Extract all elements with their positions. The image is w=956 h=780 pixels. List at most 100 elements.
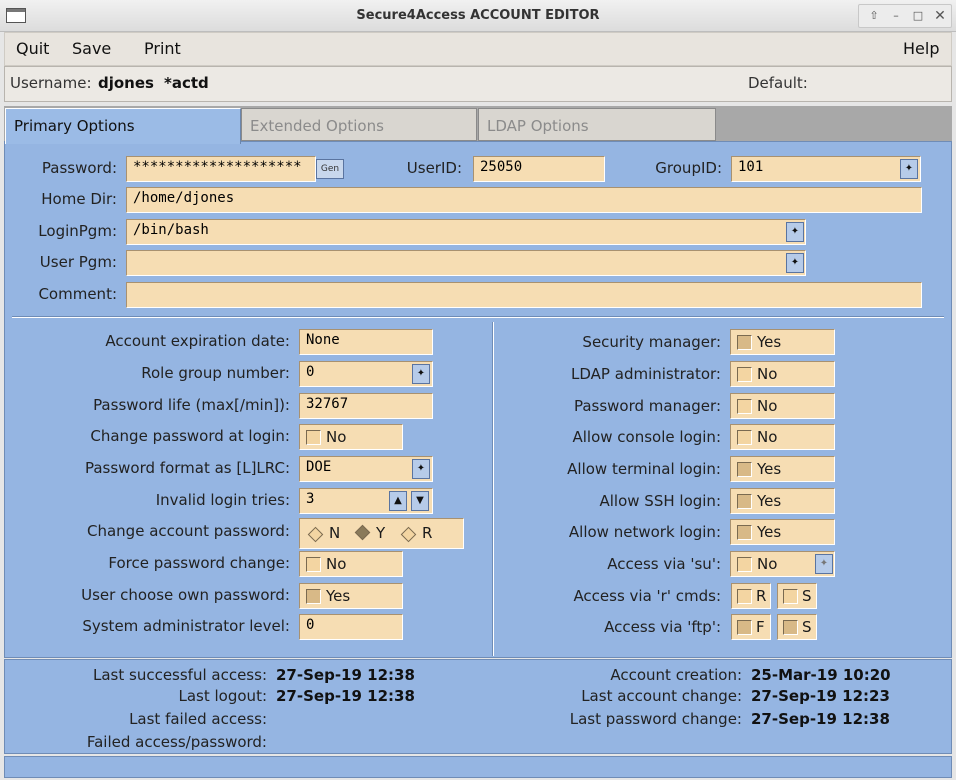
loginpgm-dropdown-icon[interactable]: ✦ xyxy=(786,222,804,242)
last-change-value: 27-Sep-19 12:23 xyxy=(751,687,890,705)
last-failed-label: Last failed access: xyxy=(129,710,267,728)
changeacct-label: Change account password: xyxy=(87,522,290,540)
forcepw-label: Force password change: xyxy=(108,554,290,572)
console-toggle[interactable]: No xyxy=(730,424,835,450)
username-value: djones xyxy=(98,74,154,92)
password-field[interactable]: ******************** xyxy=(126,156,316,182)
expiration-field[interactable]: None xyxy=(299,329,433,355)
decrement-icon[interactable]: ▼ xyxy=(411,491,429,511)
tab-ldap-options[interactable]: LDAP Options xyxy=(478,108,716,141)
ldapadmin-toggle[interactable]: No xyxy=(730,361,835,387)
rcmds-s-toggle[interactable]: S xyxy=(777,583,817,609)
tab-extended-options[interactable]: Extended Options xyxy=(241,108,477,141)
changeacct-radio-r[interactable] xyxy=(400,526,417,543)
menu-quit[interactable]: Quit xyxy=(16,39,49,58)
groupid-label: GroupID: xyxy=(655,159,722,177)
pwmgr-toggle[interactable]: No xyxy=(730,393,835,419)
account-status: *actd xyxy=(164,74,209,92)
sysadmin-field[interactable]: 0 xyxy=(299,614,403,640)
userpgm-label: User Pgm: xyxy=(39,253,117,271)
last-pw-change-label: Last password change: xyxy=(569,710,742,728)
comment-field[interactable] xyxy=(126,282,922,308)
forcepw-checkbox[interactable] xyxy=(306,557,321,572)
pwformat-label: Password format as [L]LRC: xyxy=(84,459,290,477)
console-value: No xyxy=(757,428,778,446)
network-checkbox[interactable] xyxy=(737,525,752,540)
rolegroup-dropdown-icon[interactable]: ✦ xyxy=(412,364,430,384)
last-success-label: Last successful access: xyxy=(92,666,267,684)
generate-password-button[interactable]: Gen xyxy=(316,159,344,179)
maximize-icon[interactable]: □ xyxy=(909,8,927,24)
userpgm-field[interactable] xyxy=(126,250,806,276)
column-divider xyxy=(492,322,494,656)
terminal-toggle[interactable]: Yes xyxy=(730,456,835,482)
password-label: Password: xyxy=(41,159,117,177)
forcepw-toggle[interactable]: No xyxy=(299,551,403,577)
creation-value: 25-Mar-19 10:20 xyxy=(751,666,891,684)
userchoose-value: Yes xyxy=(326,587,351,605)
changeacct-radio-y[interactable] xyxy=(354,524,371,541)
invalid-label: Invalid login tries: xyxy=(155,491,290,509)
pwmgr-label: Password manager: xyxy=(573,397,721,415)
ssh-value: Yes xyxy=(757,492,782,510)
changepw-toggle[interactable]: No xyxy=(299,424,403,450)
close-icon[interactable]: ✕ xyxy=(931,8,949,24)
forcepw-value: No xyxy=(326,555,347,573)
userchoose-toggle[interactable]: Yes xyxy=(299,583,403,609)
pwformat-dropdown-icon[interactable]: ✦ xyxy=(412,459,430,479)
rcmds-r-toggle[interactable]: R xyxy=(731,583,771,609)
menu-help[interactable]: Help xyxy=(903,39,939,58)
comment-label: Comment: xyxy=(38,285,117,303)
terminal-label: Allow terminal login: xyxy=(567,460,721,478)
rcmds-s-checkbox[interactable] xyxy=(783,589,798,604)
userid-field[interactable]: 25050 xyxy=(473,156,605,182)
secmgr-checkbox[interactable] xyxy=(737,335,752,350)
ftp-f-checkbox[interactable] xyxy=(737,620,752,635)
console-checkbox[interactable] xyxy=(737,430,752,445)
userpgm-dropdown-icon[interactable]: ✦ xyxy=(786,253,804,273)
su-checkbox[interactable] xyxy=(737,557,752,572)
ldapadmin-checkbox[interactable] xyxy=(737,367,752,382)
ftp-s-toggle[interactable]: S xyxy=(777,614,817,640)
network-toggle[interactable]: Yes xyxy=(730,519,835,545)
last-logout-value: 27-Sep-19 12:38 xyxy=(276,687,415,705)
sysadmin-label: System administrator level: xyxy=(82,617,290,635)
ftp-f-label: F xyxy=(756,618,765,636)
ftp-f-toggle[interactable]: F xyxy=(731,614,771,640)
pwlife-field[interactable]: 32767 xyxy=(299,393,433,419)
changepw-label: Change password at login: xyxy=(90,427,290,445)
changeacct-option-y: Y xyxy=(376,524,386,542)
changeacct-option-r: R xyxy=(422,524,433,542)
userchoose-checkbox[interactable] xyxy=(306,589,321,604)
menu-save[interactable]: Save xyxy=(72,39,111,58)
secmgr-label: Security manager: xyxy=(582,333,721,351)
minimize-icon[interactable]: – xyxy=(887,8,905,24)
increment-icon[interactable]: ▲ xyxy=(389,491,407,511)
network-value: Yes xyxy=(757,523,782,541)
loginpgm-field[interactable]: /bin/bash xyxy=(126,219,806,245)
shade-icon[interactable]: ⇧ xyxy=(865,8,883,24)
creation-label: Account creation: xyxy=(610,666,742,684)
su-options-icon[interactable]: ✦ xyxy=(815,554,833,574)
groupid-field[interactable]: 101 xyxy=(731,156,921,182)
groupid-dropdown-icon[interactable]: ✦ xyxy=(900,159,918,179)
ssh-toggle[interactable]: Yes xyxy=(730,488,835,514)
pwmgr-checkbox[interactable] xyxy=(737,399,752,414)
rcmds-r-checkbox[interactable] xyxy=(737,589,752,604)
window-title: Secure4Access ACCOUNT EDITOR xyxy=(356,8,600,23)
changeacct-radio-n[interactable] xyxy=(307,526,324,543)
changepw-checkbox[interactable] xyxy=(306,430,321,445)
secmgr-toggle[interactable]: Yes xyxy=(730,329,835,355)
tab-primary-options[interactable]: Primary Options xyxy=(5,108,241,144)
terminal-checkbox[interactable] xyxy=(737,462,752,477)
ssh-label: Allow SSH login: xyxy=(599,492,722,510)
menu-print[interactable]: Print xyxy=(144,39,181,58)
pwmgr-value: No xyxy=(757,397,778,415)
last-success-value: 27-Sep-19 12:38 xyxy=(276,666,415,684)
ftp-s-checkbox[interactable] xyxy=(783,620,798,635)
last-change-label: Last account change: xyxy=(581,687,742,705)
ssh-checkbox[interactable] xyxy=(737,494,752,509)
homedir-field[interactable]: /home/djones xyxy=(126,187,922,213)
ftp-s-label: S xyxy=(802,618,812,636)
rcmds-r-label: R xyxy=(756,587,767,605)
